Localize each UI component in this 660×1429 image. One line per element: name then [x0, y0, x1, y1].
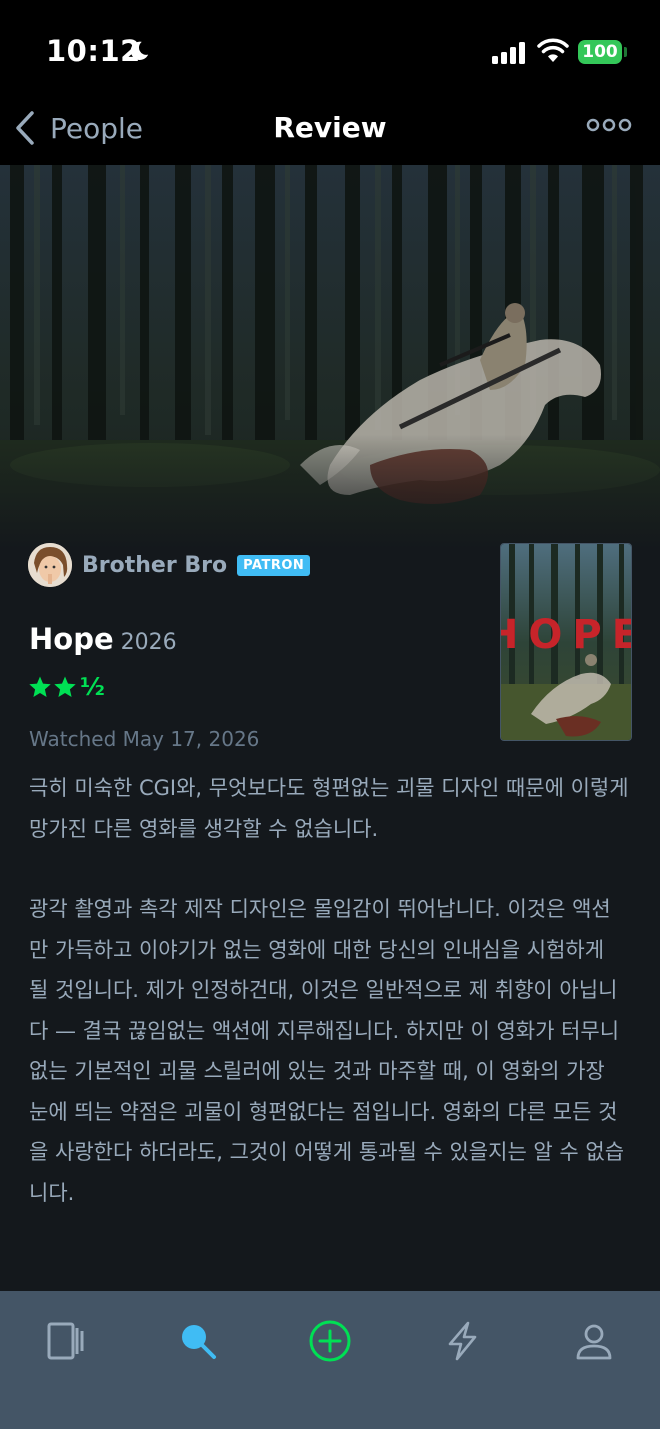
moon-icon [130, 41, 149, 60]
reviewer-info[interactable]: Brother Bro PATRON [28, 543, 311, 587]
cellular-signal-icon [492, 42, 525, 64]
review-paragraph: 광각 촬영과 촉각 제작 디자인은 몰입감이 뛰어납니다. 이것은 액션만 가득… [29, 897, 625, 1205]
reviewer-name[interactable]: Brother Bro [82, 553, 227, 578]
star-rating: ½ [28, 675, 105, 699]
battery-indicator: 100 [578, 40, 622, 64]
tab-films[interactable] [36, 1311, 96, 1371]
star-icon [29, 676, 51, 697]
review-paragraph: 극히 미숙한 CGI와, 무엇보다도 형편없는 괴물 디자인 때문에 이렇게 망… [29, 776, 629, 841]
film-poster[interactable]: HOPE [500, 543, 632, 741]
tab-profile[interactable] [564, 1311, 624, 1371]
profile-icon [576, 1324, 612, 1360]
tab-activity[interactable] [432, 1311, 492, 1371]
tab-bar [0, 1291, 660, 1429]
battery-nub [624, 47, 627, 57]
wifi-icon [537, 38, 569, 62]
watched-date: Watched May 17, 2026 [29, 727, 260, 751]
nav-bar: People Review [0, 100, 660, 165]
poster-title: HOPE [501, 612, 632, 658]
review-text: 극히 미숙한 CGI와, 무엇보다도 형편없는 괴물 디자인 때문에 이렇게 망… [29, 768, 629, 1253]
backdrop-image [0, 165, 660, 550]
film-year[interactable]: 2026 [121, 630, 177, 655]
film-title[interactable]: Hope [29, 622, 114, 656]
search-icon [182, 1325, 216, 1359]
status-bar: 10:12 100 [0, 0, 660, 100]
more-options-icon[interactable] [586, 117, 632, 133]
tab-search[interactable] [168, 1311, 228, 1371]
film-title-row[interactable]: Hope 2026 [29, 622, 177, 656]
tab-add[interactable] [300, 1311, 360, 1371]
activity-icon [448, 1321, 477, 1361]
films-icon [47, 1322, 84, 1360]
page-title: Review [273, 111, 387, 144]
add-icon [309, 1320, 351, 1362]
half-star: ½ [80, 673, 105, 701]
patron-badge: PATRON [237, 554, 311, 576]
status-time: 10:12 [46, 34, 141, 68]
avatar[interactable] [28, 543, 72, 587]
star-icon [54, 676, 76, 697]
